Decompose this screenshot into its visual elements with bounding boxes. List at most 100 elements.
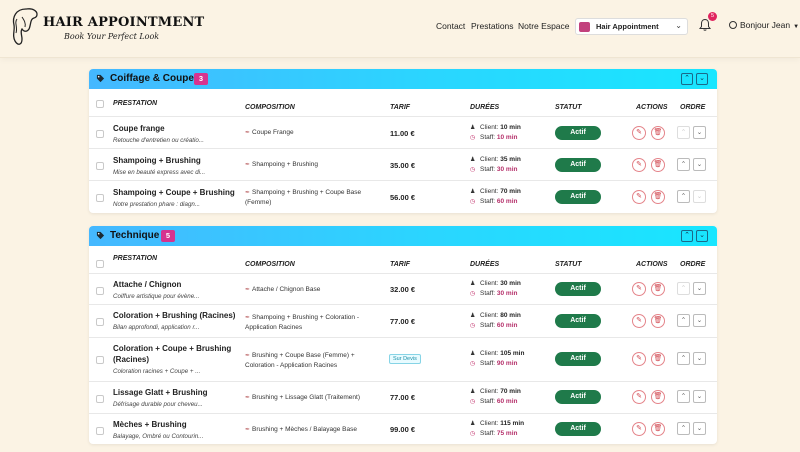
staff-time: 60 min	[496, 398, 518, 405]
status-badge[interactable]: Actif	[555, 352, 601, 366]
delete-button[interactable]: 🗑	[651, 126, 665, 140]
delete-button[interactable]: 🗑	[651, 422, 665, 436]
col-header-ordre: ORDRE	[680, 261, 706, 268]
col-header-durees: DURÉES	[470, 104, 500, 111]
status-badge[interactable]: Actif	[555, 158, 601, 172]
nav-link-prestations[interactable]: Prestations	[471, 21, 514, 31]
table-row[interactable]: Shampoing + Brushing Mise en beauté expr…	[89, 148, 717, 180]
edit-button[interactable]: ✎	[632, 282, 646, 296]
move-up-button[interactable]: ⌃	[677, 190, 690, 203]
move-up-button[interactable]: ⌃	[677, 390, 690, 403]
staff-duration: ◷ Staff: 60 min	[470, 398, 517, 405]
status-badge[interactable]: Actif	[555, 390, 601, 404]
move-up-button[interactable]: ⌃	[677, 282, 690, 295]
status-badge[interactable]: Actif	[555, 422, 601, 436]
row-checkbox[interactable]	[96, 194, 104, 202]
move-down-button[interactable]: ⌄	[693, 190, 706, 203]
row-checkbox[interactable]	[96, 427, 104, 435]
delete-button[interactable]: 🗑	[651, 314, 665, 328]
section-title: Technique	[110, 230, 160, 241]
composition: ✒ Shampoing + Brushing	[245, 160, 385, 170]
prestation-name: Shampoing + Coupe + Brushing	[113, 188, 235, 197]
move-up-button[interactable]: ⌃	[677, 352, 690, 365]
status-badge[interactable]: Actif	[555, 314, 601, 328]
row-checkbox[interactable]	[96, 356, 104, 364]
move-down-button[interactable]: ⌄	[693, 422, 706, 435]
composition: ✒ Brushing + Mèches / Balayage Base	[245, 425, 385, 435]
person-icon: ♟	[470, 313, 476, 319]
expand-down-button[interactable]: ⌄	[696, 73, 708, 85]
select-all-checkbox[interactable]	[96, 260, 104, 268]
delete-button[interactable]: 🗑	[651, 390, 665, 404]
move-down-button[interactable]: ⌄	[693, 314, 706, 327]
move-down-button[interactable]: ⌄	[693, 282, 706, 295]
collapse-up-button[interactable]: ⌃	[681, 73, 693, 85]
brand-logo[interactable]: HAIR APPOINTMENT Book Your Perfect Look	[8, 5, 204, 51]
select-all-checkbox[interactable]	[96, 100, 104, 108]
move-down-button[interactable]: ⌄	[693, 126, 706, 139]
table-row[interactable]: Coloration + Coupe + Brushing (Racines) …	[89, 337, 717, 381]
notifications-button[interactable]: 5	[698, 12, 717, 34]
table-row[interactable]: Attache / Chignon Coiffure artistique po…	[89, 273, 717, 304]
status-badge[interactable]: Actif	[555, 190, 601, 204]
edit-button[interactable]: ✎	[632, 422, 646, 436]
collapse-up-button[interactable]: ⌃	[681, 230, 693, 242]
move-down-button[interactable]: ⌄	[693, 158, 706, 171]
user-menu[interactable]: Bonjour Jean ▼	[729, 20, 799, 30]
row-checkbox[interactable]	[96, 130, 104, 138]
price: 32.00 €	[390, 285, 416, 294]
staff-label: Staff:	[480, 398, 496, 405]
salon-select[interactable]: Hair Appointment ⌄	[575, 18, 688, 35]
composition-text: Attache / Chignon Base	[252, 286, 321, 293]
composition-text: Brushing + Lissage Glatt (Traitement)	[252, 394, 360, 401]
table-row[interactable]: Mèches + Brushing Balayage, Ombré ou Con…	[89, 413, 717, 444]
move-up-button[interactable]: ⌃	[677, 314, 690, 327]
clock-icon: ◷	[470, 167, 476, 173]
section-header[interactable]: Technique 5 ⌃ ⌄	[89, 226, 717, 246]
status-badge[interactable]: Actif	[555, 282, 601, 296]
delete-button[interactable]: 🗑	[651, 190, 665, 204]
clock-icon: ◷	[470, 431, 476, 437]
edit-button[interactable]: ✎	[632, 314, 646, 328]
nav-link-notre-espace[interactable]: Notre Espace	[518, 21, 570, 31]
row-checkbox[interactable]	[96, 318, 104, 326]
move-up-button[interactable]: ⌃	[677, 126, 690, 139]
staff-duration: ◷ Staff: 60 min	[470, 198, 517, 205]
move-up-button[interactable]: ⌃	[677, 158, 690, 171]
delete-button[interactable]: 🗑	[651, 352, 665, 366]
edit-button[interactable]: ✎	[632, 190, 646, 204]
section-header[interactable]: Coiffage & Coupe 3 ⌃ ⌄	[89, 69, 717, 89]
prestation-description: Balayage, Ombré ou Contourin...	[113, 433, 204, 440]
client-duration: ♟ Client: 70 min	[470, 188, 521, 195]
row-checkbox[interactable]	[96, 162, 104, 170]
nav-link-contact[interactable]: Contact	[436, 21, 465, 31]
person-icon: ♟	[470, 389, 476, 395]
durations: ♟ Client: 70 min ◷ Staff: 60 min	[470, 187, 521, 207]
client-time: 80 min	[500, 312, 521, 319]
table-row[interactable]: Lissage Glatt + Brushing Défrisage durab…	[89, 381, 717, 413]
prestation-name: Lissage Glatt + Brushing	[113, 388, 208, 397]
edit-button[interactable]: ✎	[632, 126, 646, 140]
move-down-button[interactable]: ⌄	[693, 390, 706, 403]
expand-down-button[interactable]: ⌄	[696, 230, 708, 242]
table-row[interactable]: Coloration + Brushing (Racines) Bilan ap…	[89, 304, 717, 337]
row-checkbox[interactable]	[96, 287, 104, 295]
woman-silhouette-icon	[12, 8, 38, 45]
edit-button[interactable]: ✎	[632, 352, 646, 366]
delete-button[interactable]: 🗑	[651, 158, 665, 172]
move-down-button[interactable]: ⌄	[693, 352, 706, 365]
table-row[interactable]: Coupe frange Retouche d'entretien ou cré…	[89, 116, 717, 148]
delete-button[interactable]: 🗑	[651, 282, 665, 296]
move-up-button[interactable]: ⌃	[677, 422, 690, 435]
user-icon	[729, 21, 737, 29]
salon-logo-icon	[579, 22, 590, 32]
edit-button[interactable]: ✎	[632, 158, 646, 172]
composition: ✒ Coupe Frange	[245, 128, 385, 138]
prestation-description: Défrisage durable pour cheveu...	[113, 401, 203, 408]
edit-button[interactable]: ✎	[632, 390, 646, 404]
staff-label: Staff:	[480, 360, 496, 367]
row-checkbox[interactable]	[96, 395, 104, 403]
status-badge[interactable]: Actif	[555, 126, 601, 140]
table-row[interactable]: Shampoing + Coupe + Brushing Notre prest…	[89, 180, 717, 213]
client-duration: ♟ Client: 115 min	[470, 420, 524, 427]
